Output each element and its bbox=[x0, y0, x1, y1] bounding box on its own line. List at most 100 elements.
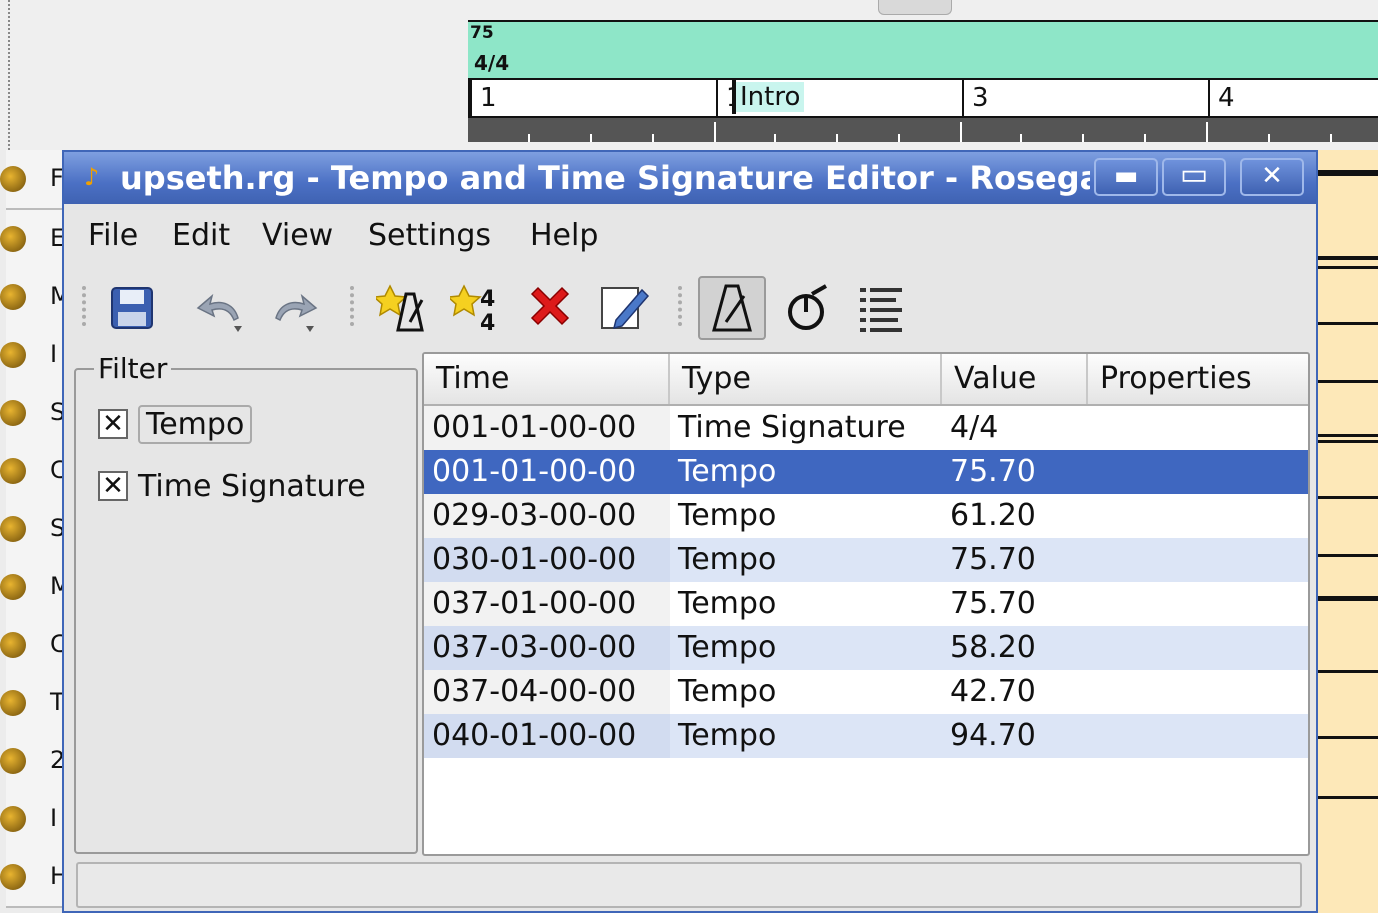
mute-led-icon[interactable] bbox=[0, 864, 26, 890]
track-list[interactable]: F E M I S C S M C T 2 I H bbox=[0, 150, 71, 913]
delete-icon[interactable] bbox=[516, 276, 584, 340]
time-signature-view-icon[interactable] bbox=[774, 276, 842, 340]
track-row[interactable]: F bbox=[0, 150, 70, 210]
mute-led-icon[interactable] bbox=[0, 516, 26, 542]
save-icon[interactable] bbox=[98, 276, 166, 340]
column-header-properties[interactable]: Properties bbox=[1088, 354, 1308, 404]
insert-time-signature-icon[interactable]: 44 bbox=[442, 276, 510, 340]
rosegarden-app-icon: ♪ bbox=[84, 163, 100, 191]
mute-led-icon[interactable] bbox=[0, 458, 26, 484]
mute-led-icon[interactable] bbox=[0, 226, 26, 252]
filter-group: Filter ✕ Tempo ✕ Time Signature bbox=[74, 352, 418, 854]
mute-led-icon[interactable] bbox=[0, 400, 26, 426]
edit-icon[interactable] bbox=[590, 276, 658, 340]
time-signature-ruler[interactable]: 4/4 bbox=[468, 46, 1378, 80]
segment-canvas[interactable] bbox=[1316, 150, 1378, 913]
mute-led-icon[interactable] bbox=[0, 342, 26, 368]
time-signature-checkbox-label[interactable]: Time Signature bbox=[138, 469, 366, 504]
segment-line bbox=[1316, 596, 1378, 601]
menu-edit[interactable]: Edit bbox=[172, 218, 230, 253]
undo-icon[interactable] bbox=[186, 276, 254, 340]
cell-type: Tempo bbox=[678, 542, 777, 577]
segment-line bbox=[1316, 796, 1378, 799]
cell-value: 58.20 bbox=[950, 630, 1036, 665]
tick bbox=[960, 122, 962, 142]
minimize-button[interactable]: ▬ bbox=[1094, 158, 1158, 196]
column-header-value[interactable]: Value bbox=[942, 354, 1088, 404]
list-view-icon[interactable] bbox=[848, 276, 916, 340]
track-row[interactable]: C bbox=[0, 616, 70, 676]
list-row-selected[interactable]: 001-01-00-00 Tempo 75.70 bbox=[424, 450, 1308, 494]
filter-tempo-option[interactable]: ✕ Tempo bbox=[98, 402, 253, 446]
segment-line bbox=[1316, 266, 1378, 269]
list-row[interactable]: 029-03-00-00 Tempo 61.20 bbox=[424, 494, 1308, 538]
tick bbox=[774, 134, 776, 142]
cell-value: 42.70 bbox=[950, 674, 1036, 709]
list-row[interactable]: 037-03-00-00 Tempo 58.20 bbox=[424, 626, 1308, 670]
menu-file[interactable]: File bbox=[88, 218, 138, 253]
tempo-ruler[interactable]: 75 bbox=[468, 20, 1378, 48]
list-row[interactable]: 040-01-00-00 Tempo 94.70 bbox=[424, 714, 1308, 758]
mute-led-icon[interactable] bbox=[0, 806, 26, 832]
cell-time: 001-01-00-00 bbox=[424, 406, 670, 450]
menu-settings[interactable]: Settings bbox=[368, 218, 491, 253]
bar-number-ruler[interactable]: 1 1 3 4 Intro bbox=[468, 80, 1378, 118]
track-row[interactable]: I bbox=[0, 790, 70, 850]
time-signature-checkbox[interactable]: ✕ bbox=[98, 471, 128, 501]
maximize-button[interactable]: ▭ bbox=[1162, 158, 1226, 196]
track-row[interactable]: C bbox=[0, 442, 70, 502]
mute-led-icon[interactable] bbox=[0, 748, 26, 774]
cell-value: 4/4 bbox=[950, 410, 999, 445]
menu-help[interactable]: Help bbox=[530, 218, 598, 253]
track-row[interactable]: I bbox=[0, 326, 70, 386]
toolbar-separator bbox=[678, 286, 688, 326]
mute-led-icon[interactable] bbox=[0, 574, 26, 600]
insert-tempo-icon[interactable] bbox=[368, 276, 436, 340]
track-row[interactable]: M bbox=[0, 268, 71, 328]
title-bar[interactable]: ♪ upseth.rg - Tempo and Time Signature E… bbox=[64, 152, 1316, 204]
track-row[interactable]: 2 bbox=[0, 732, 70, 792]
column-header-type[interactable]: Type bbox=[670, 354, 942, 404]
mute-led-icon[interactable] bbox=[0, 632, 26, 658]
bar-ruler[interactable]: 75 4/4 1 1 3 4 Intro bbox=[468, 20, 1378, 142]
tempo-checkbox-label[interactable]: Tempo bbox=[138, 404, 253, 444]
close-button[interactable]: ✕ bbox=[1240, 158, 1304, 196]
cell-type: Tempo bbox=[678, 498, 777, 533]
tick bbox=[898, 134, 900, 142]
svg-text:4: 4 bbox=[480, 311, 495, 334]
track-row[interactable]: T bbox=[0, 674, 70, 734]
time-signature-value: 4/4 bbox=[474, 51, 510, 75]
tick bbox=[714, 122, 716, 142]
marker-intro[interactable]: Intro bbox=[731, 80, 805, 114]
track-row[interactable]: E bbox=[0, 210, 70, 270]
mute-led-icon[interactable] bbox=[0, 166, 26, 192]
list-row[interactable]: 030-01-00-00 Tempo 75.70 bbox=[424, 538, 1308, 582]
tempo-checkbox[interactable]: ✕ bbox=[98, 409, 128, 439]
list-row[interactable]: 001-01-00-00 Time Signature 4/4 bbox=[424, 406, 1308, 450]
tick bbox=[1020, 134, 1022, 142]
toolbar-handle[interactable] bbox=[82, 286, 92, 326]
track-row[interactable]: M bbox=[0, 558, 71, 618]
splitter-handle[interactable] bbox=[0, 0, 10, 150]
segment-line bbox=[1316, 496, 1378, 499]
track-row[interactable]: S bbox=[0, 500, 70, 560]
column-header-time[interactable]: Time bbox=[424, 354, 670, 404]
tempo-view-icon[interactable] bbox=[698, 276, 766, 340]
filter-time-signature-option[interactable]: ✕ Time Signature bbox=[98, 464, 366, 508]
event-list[interactable]: Time Type Value Properties 001-01-00-00 … bbox=[422, 352, 1310, 856]
cell-time: 001-01-00-00 bbox=[424, 450, 670, 494]
track-row[interactable]: H bbox=[0, 848, 70, 908]
mute-led-icon[interactable] bbox=[0, 690, 26, 716]
scrollbar-handle[interactable] bbox=[878, 0, 952, 15]
cell-time: 037-01-00-00 bbox=[424, 582, 670, 626]
list-row[interactable]: 037-01-00-00 Tempo 75.70 bbox=[424, 582, 1308, 626]
window-title: upseth.rg - Tempo and Time Signature Edi… bbox=[120, 159, 1090, 197]
tick bbox=[1082, 134, 1084, 142]
segment-line bbox=[1316, 554, 1378, 557]
tick bbox=[1206, 122, 1208, 142]
list-row[interactable]: 037-04-00-00 Tempo 42.70 bbox=[424, 670, 1308, 714]
menu-view[interactable]: View bbox=[262, 218, 333, 253]
track-row[interactable]: S bbox=[0, 384, 70, 444]
mute-led-icon[interactable] bbox=[0, 284, 26, 310]
redo-icon[interactable] bbox=[260, 276, 328, 340]
